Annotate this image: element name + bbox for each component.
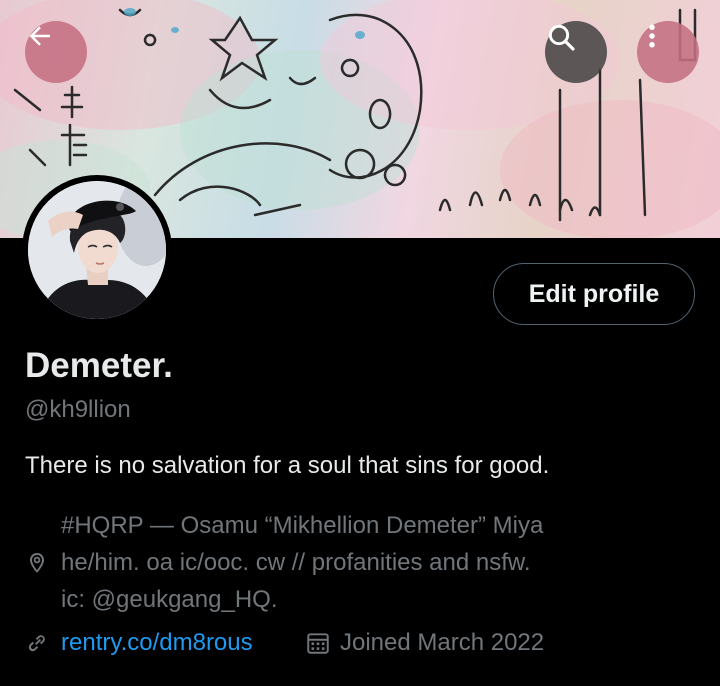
avatar-image: [28, 181, 166, 319]
location-line: he/him. oa ic/ooc. cw // profanities and…: [61, 549, 531, 576]
display-name: Demeter.: [25, 346, 173, 385]
location-line: #HQRP — Osamu “Mikhellion Demeter” Miya: [61, 512, 544, 539]
website-link[interactable]: rentry.co/dm8rous: [61, 629, 253, 657]
edit-profile-button[interactable]: Edit profile: [493, 263, 695, 325]
back-button[interactable]: [25, 21, 87, 83]
more-options-button[interactable]: [637, 21, 699, 83]
search-button[interactable]: [545, 21, 607, 83]
location-pin-icon: [25, 551, 49, 580]
profile-bio: There is no salvation for a soul that si…: [25, 452, 550, 479]
joined-date: Joined March 2022: [340, 629, 545, 656]
user-handle: @kh9llion: [25, 396, 131, 423]
location-line: ic: @geukgang_HQ.: [61, 586, 278, 613]
link-icon: [25, 631, 49, 660]
calendar-icon: [305, 630, 331, 661]
profile-avatar[interactable]: [22, 175, 172, 325]
